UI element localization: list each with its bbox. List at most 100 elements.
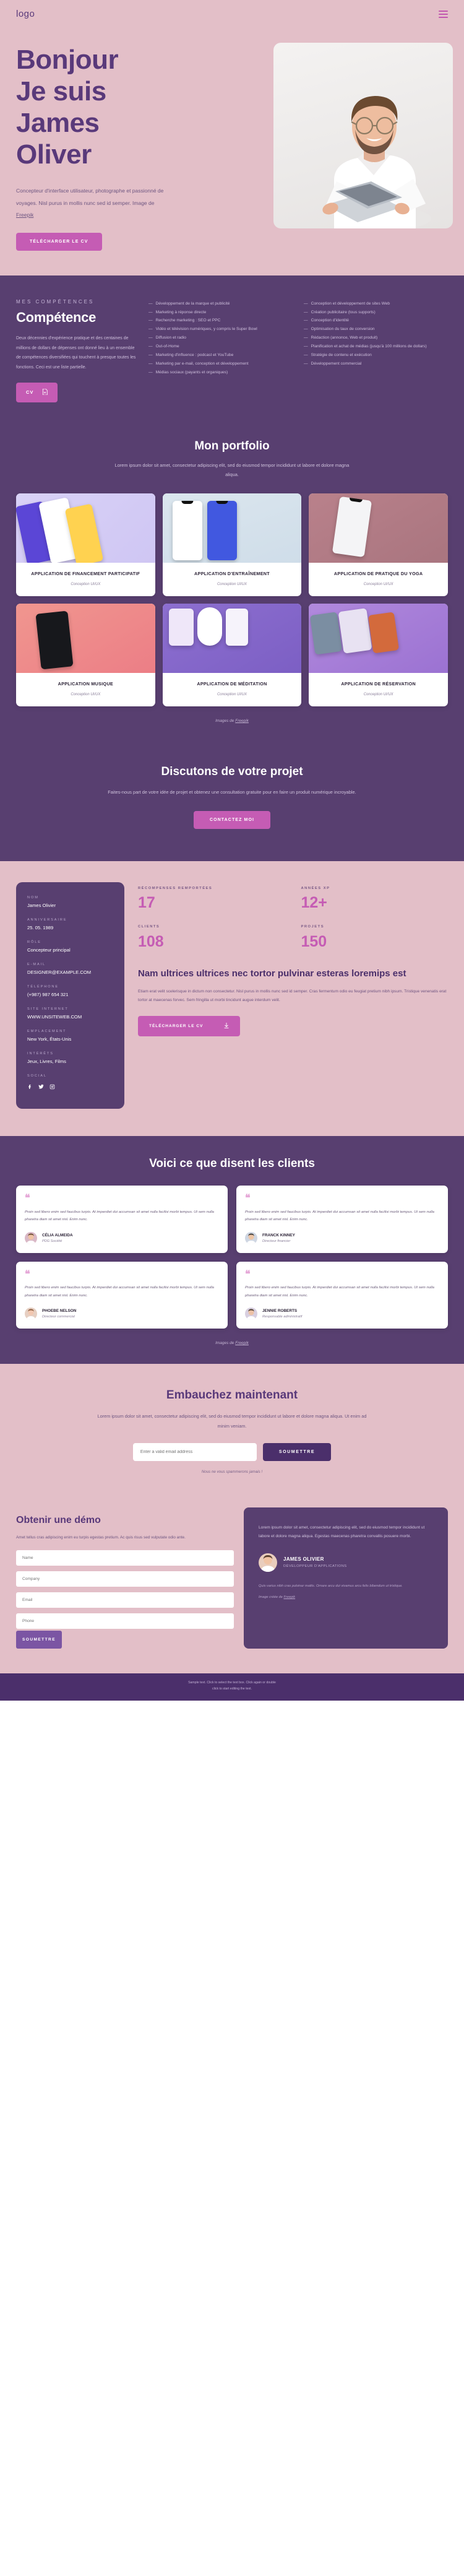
hire-subscribe-form: SOUMETTRE [16, 1442, 448, 1461]
testimonial-author-name: FRANCK KINNEY [262, 1233, 295, 1238]
site-logo[interactable]: logo [16, 9, 35, 19]
skills-intro: MES COMPÉTENCES Compétence Deux décennie… [16, 299, 137, 402]
info-field-value: Jeux, Livres, Films [27, 1059, 66, 1065]
demo-paragraph: Amet tellus cras adipiscing enim eu turp… [16, 1535, 186, 1540]
hire-nospam-note: Nous ne vous spammerons jamais ! [201, 1469, 263, 1474]
skill-dash-icon: — [304, 352, 308, 357]
hero-description-text: Concepteur d'interface utilisateur, phot… [16, 188, 164, 206]
skill-label: Out-of-Home [155, 344, 179, 349]
skill-list-item: — Marketing par e-mail, conception et dév… [148, 360, 293, 368]
skill-label: Rédaction (annonce, Web et produit) [311, 336, 378, 340]
hero-description: Concepteur d'interface utilisateur, phot… [16, 185, 170, 222]
stat-item: CLIENTS 108 [138, 924, 285, 960]
testimonial-text: Proin sed libero enim sed faucibus turpi… [245, 1286, 434, 1298]
demo-field-phone[interactable] [16, 1613, 234, 1629]
skill-dash-icon: — [304, 361, 308, 366]
about-download-cv-button[interactable]: TÉLÉCHARGER LE CV [138, 1016, 241, 1037]
info-field-value: DESIGNER@EXAMPLE.COM [27, 969, 92, 976]
portfolio-card[interactable]: APPLICATION D'ENTRAÎNEMENT Conception UI/… [162, 493, 302, 597]
portrait-illustration [322, 96, 431, 228]
stat-label: PROJETS [301, 925, 325, 929]
skill-list-item: — Vidéo et télévision numériques, y compr… [148, 326, 293, 334]
hero-title-line-1: Bonjour [16, 45, 119, 75]
download-cv-button[interactable]: TÉLÉCHARGER LE CV [16, 232, 102, 251]
skill-label: Médias sociaux (payants et organiques) [155, 370, 228, 375]
skill-list-item: — Conception d'identité [304, 317, 448, 325]
skill-list-item: — Diffusion et radio [148, 334, 293, 342]
demo-field-company[interactable] [16, 1571, 234, 1587]
stat-label: RÉCOMPENSES REMPORTÉES [138, 887, 213, 891]
skill-dash-icon: — [148, 318, 153, 323]
testimonial-card: ❝ Proin sed libero enim sed faucibus turp… [16, 1261, 228, 1329]
portfolio-card-thumbnail [16, 604, 155, 674]
burger-bar-3 [439, 16, 448, 18]
info-field-label: TÉLÉPHONE [27, 985, 59, 989]
personal-info-card: NOM James Olivier ANNIVERSAIRE 25. 05. 1989… [16, 882, 124, 1109]
stat-value: 150 [301, 932, 327, 950]
skill-list-item: — Recherche marketing : SEO et PPC [148, 317, 293, 325]
skill-dash-icon: — [304, 344, 308, 349]
cv-button[interactable]: CV [16, 382, 58, 402]
skills-paragraph: Deux décennies d'expérience pratique et … [16, 336, 136, 370]
portfolio-card[interactable]: APPLICATION DE FINANCEMENT PARTICIPATIF C… [16, 493, 155, 597]
stat-label: ANNÉES XP [301, 887, 330, 891]
skill-dash-icon: — [148, 310, 153, 314]
testimonials-credit-link[interactable]: Freepik [235, 1341, 249, 1345]
demo-person: JAMES OLIVIER DÉVELOPPEUR D'APPLICATIONS [259, 1553, 433, 1572]
social-links [27, 1082, 113, 1093]
avatar [25, 1308, 37, 1321]
avatar [245, 1231, 257, 1244]
discuss-paragraph: Faites-nous part de votre idée de projet… [108, 789, 356, 796]
twitter-icon[interactable] [38, 1082, 44, 1093]
hamburger-menu-icon[interactable] [439, 10, 448, 18]
page-footer: Sample text. Click to select the text bo… [0, 1673, 464, 1701]
testimonial-author-role: Directeur financier [262, 1239, 291, 1243]
skill-list-item: — Optimisation du taux de conversion [304, 326, 448, 334]
portfolio-card-title: APPLICATION DE FINANCEMENT PARTICIPATIF [31, 570, 140, 576]
portfolio-card-meta: Conception UI/UX [71, 583, 101, 587]
stat-value: 17 [138, 894, 155, 912]
info-field-value: 25. 05. 1989 [27, 925, 54, 931]
info-field-value: (+987) 987 654 321 [27, 992, 69, 998]
portfolio-card[interactable]: APPLICATION DE RÉSERVATION Conception UI/… [309, 604, 448, 707]
demo-credit-link[interactable]: Freepik [283, 1595, 295, 1599]
contact-me-button[interactable]: CONTACTEZ MOI [193, 811, 271, 830]
portfolio-card[interactable]: APPLICATION DE PRATIQUE DU YOGA Conceptio… [309, 493, 448, 597]
skill-dash-icon: — [304, 318, 308, 323]
testimonial-author-name: JENNIE ROBERTS [262, 1309, 298, 1314]
hero-title-line-2: Je suis [16, 76, 106, 107]
download-icon [224, 1023, 229, 1030]
testimonial-card: ❝ Proin sed libero enim sed faucibus turp… [236, 1261, 448, 1329]
skill-list-item: — Stratégie de contenu et exécution [304, 352, 448, 360]
portfolio-card-meta: Conception UI/UX [363, 693, 393, 697]
portfolio-card[interactable]: APPLICATION MUSIQUE Conception UI/UX [16, 604, 155, 707]
stats-grid: RÉCOMPENSES REMPORTÉES 17 ANNÉES XP 12+ CLIE… [138, 886, 448, 961]
skill-dash-icon: — [304, 301, 308, 306]
hire-email-input[interactable] [132, 1442, 257, 1461]
info-field-value: WWW.UNSITEWEB.COM [27, 1014, 82, 1020]
quote-icon: ❝ [25, 1193, 30, 1204]
skill-dash-icon: — [148, 327, 153, 332]
skill-list-item: — Développement de la marque et publicité [148, 300, 293, 308]
info-field-label: SITE INTERNET [27, 1007, 69, 1012]
portfolio-credit-link[interactable]: Freepik [235, 719, 249, 723]
quote-icon: ❝ [245, 1193, 251, 1204]
demo-submit-button[interactable]: SOUMETTRE [16, 1631, 62, 1649]
portfolio-card-meta: Conception UI/UX [71, 693, 101, 697]
discuss-title: Discutons de votre projet [161, 765, 303, 779]
stat-item: PROJETS 150 [301, 924, 449, 960]
hero-freepik-link[interactable]: Freepik [16, 212, 33, 218]
portfolio-card[interactable]: APPLICATION DE MÉDITATION Conception UI/U… [162, 604, 302, 707]
hire-paragraph: Lorem ipsum dolor sit amet, consectetur … [97, 1413, 367, 1429]
instagram-icon[interactable] [49, 1082, 55, 1093]
demo-field-email[interactable] [16, 1592, 234, 1608]
hire-submit-button[interactable]: SOUMETTRE [262, 1442, 332, 1461]
footer-line-2: click to start editing the text. [212, 1687, 252, 1691]
testimonials-section: Voici ce que disent les clients ❝ Proin s… [0, 1136, 464, 1364]
facebook-icon[interactable] [27, 1082, 33, 1093]
demo-field-name[interactable] [16, 1550, 234, 1566]
social-label: SOCIAL [27, 1074, 47, 1078]
demo-testimonial-panel: Lorem ipsum dolor sit amet, consectetur … [244, 1507, 448, 1649]
info-field-label: E-MAIL [27, 963, 46, 967]
get-demo-section: Obtenir une démo Amet tellus cras adipis… [0, 1501, 464, 1674]
